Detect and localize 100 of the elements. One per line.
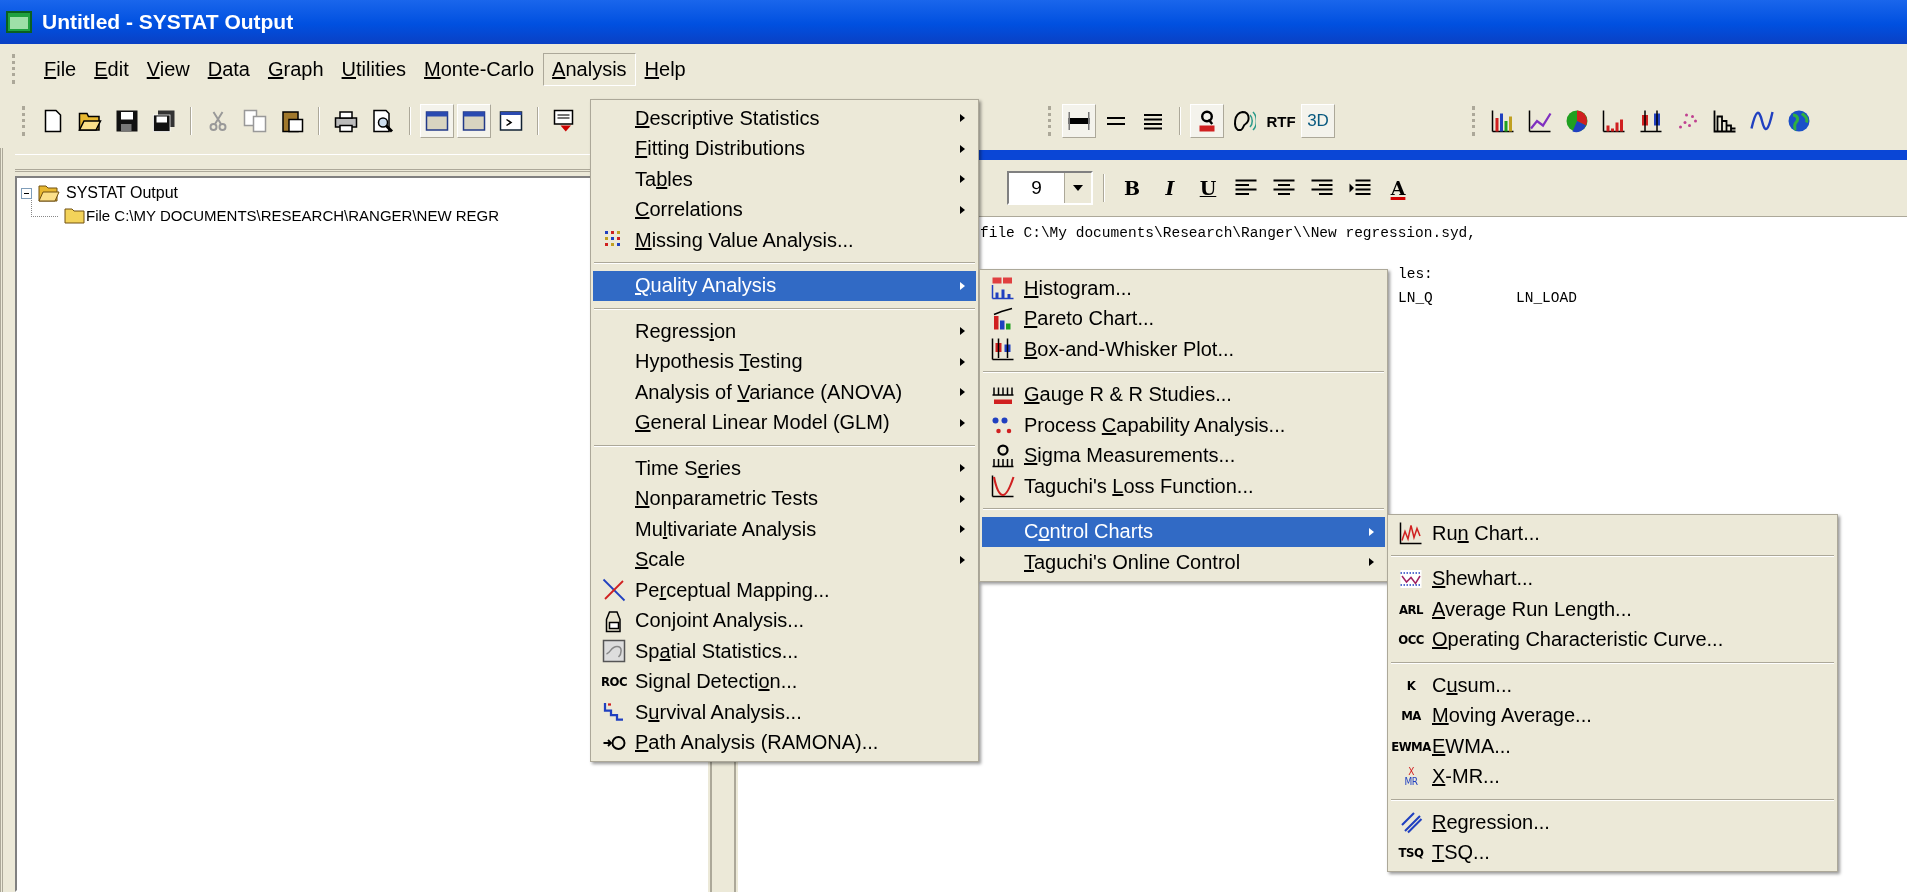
- toolbar-grip[interactable]: [22, 106, 25, 136]
- console-window-icon: [499, 109, 523, 133]
- menu-item[interactable]: Conjoint Analysis...: [593, 605, 976, 636]
- menu-item[interactable]: Hypothesis Testing: [593, 346, 976, 377]
- format-button[interactable]: A: [1381, 171, 1415, 205]
- step-chart-icon: [1713, 109, 1737, 133]
- menu-item[interactable]: Gauge R & R Studies...: [982, 379, 1385, 410]
- icon-label: ROC: [601, 675, 627, 689]
- menu-item[interactable]: Correlations: [593, 194, 976, 225]
- menu-item[interactable]: Run Chart...: [1390, 518, 1835, 549]
- slash-lines-icon: [1399, 810, 1423, 835]
- menu-item[interactable]: Shewhart...: [1390, 563, 1835, 594]
- toolbar-grip[interactable]: [1048, 106, 1051, 136]
- globe-icon: [1787, 109, 1811, 133]
- wave-line-icon: [1750, 109, 1774, 133]
- histogram-icon: [1602, 109, 1626, 133]
- menu-item[interactable]: Tables: [593, 164, 976, 195]
- menu-bar-item[interactable]: Monte-Carlo: [415, 52, 544, 86]
- toolbar-button[interactable]: [457, 104, 491, 138]
- v-curve-icon: [991, 474, 1015, 499]
- menubar-grip[interactable]: [12, 54, 15, 84]
- menu-item[interactable]: Nonparametric Tests: [593, 483, 976, 514]
- menu-item[interactable]: Path Analysis (RAMONA)...: [593, 727, 976, 758]
- copy-icon: [243, 109, 267, 133]
- menu-item[interactable]: Process Capability Analysis...: [982, 410, 1385, 441]
- menu-item[interactable]: X MR X-MR...: [1390, 761, 1835, 792]
- icon-label: EWMA: [1391, 739, 1431, 753]
- menu-item[interactable]: EWMAEWMA...: [1390, 731, 1835, 762]
- menu-bar-item[interactable]: Help: [635, 52, 695, 86]
- output-text: les:: [1398, 265, 1434, 284]
- single-line-icon: [1067, 109, 1091, 133]
- collapse-toggle-icon[interactable]: [21, 187, 32, 199]
- menu-item[interactable]: Scale: [593, 544, 976, 575]
- icon-label: TSQ: [1398, 846, 1424, 860]
- menu-item[interactable]: ROC Signal Detection...: [593, 666, 976, 697]
- menu-bar-item[interactable]: File: [35, 52, 86, 86]
- menu-bar-item[interactable]: Data: [198, 52, 259, 86]
- icon-label: MA: [1401, 709, 1421, 723]
- output-text: LN_Q: [1398, 289, 1434, 308]
- menu-item[interactable]: K Cusum...: [1390, 670, 1835, 701]
- ear-icon: [1232, 109, 1256, 133]
- toolbar-grip[interactable]: [1472, 106, 1475, 136]
- output-text: LN_LOAD: [1516, 289, 1578, 308]
- ruler-circle-icon: [991, 443, 1015, 468]
- menu-bar-item[interactable]: Utilities: [332, 52, 416, 86]
- menu-item[interactable]: Taguchi's Online Control: [982, 547, 1385, 578]
- menu-item[interactable]: Sigma Measurements...: [982, 440, 1385, 471]
- menu-item[interactable]: MA Moving Average...: [1390, 700, 1835, 731]
- menu-item[interactable]: Perceptual Mapping...: [593, 575, 976, 606]
- tree-item[interactable]: File C:\MY DOCUMENTS\RESEARCH\RANGER\NEW REGR: [86, 206, 500, 224]
- printer-icon: [334, 109, 358, 133]
- menu-bar-item[interactable]: Analysis: [543, 52, 636, 86]
- menu-item[interactable]: Multivariate Analysis: [593, 514, 976, 545]
- toolbar-button[interactable]: 3D: [1301, 104, 1335, 138]
- menu-item[interactable]: Fitting Distributions: [593, 133, 976, 164]
- menu-item[interactable]: Regression...: [1390, 807, 1835, 838]
- output-text: file C:\My documents\Research\Ranger\\New regression.syd,: [980, 224, 1476, 243]
- run-chart-icon: [1399, 521, 1423, 546]
- menu-item[interactable]: Histogram...: [982, 273, 1385, 304]
- crossing-lines-icon: [602, 578, 626, 603]
- menu-item[interactable]: Missing Value Analysis...: [593, 225, 976, 256]
- menu-item[interactable]: Regression: [593, 316, 976, 347]
- format-button[interactable]: U: [1191, 171, 1225, 205]
- icon-label: ARL: [1399, 602, 1423, 616]
- menu-bar-item[interactable]: Edit: [85, 52, 138, 86]
- menu-item[interactable]: Pareto Chart...: [982, 303, 1385, 334]
- dropdown-arrow-icon: [1073, 185, 1083, 191]
- bar-chart-icon: [1491, 109, 1515, 133]
- toolbar-button[interactable]: [1190, 104, 1224, 138]
- format-button[interactable]: I: [1153, 171, 1187, 205]
- bars-chart-icon: [991, 276, 1015, 301]
- menu-item[interactable]: TSQ TSQ...: [1390, 837, 1835, 868]
- window-title: Untitled - SYSTAT Output: [42, 10, 294, 34]
- toolbar-button[interactable]: [420, 104, 454, 138]
- format-button[interactable]: B: [1115, 171, 1149, 205]
- font-size-dropdown[interactable]: 9: [1007, 171, 1093, 205]
- menu-item[interactable]: Spatial Statistics...: [593, 636, 976, 667]
- menu-bar-item[interactable]: View: [137, 52, 199, 86]
- menu-item[interactable]: Descriptive Statistics: [593, 103, 976, 134]
- tree-item[interactable]: SYSTAT Output: [66, 184, 179, 202]
- menu-item[interactable]: ARL Average Run Length...: [1390, 594, 1835, 625]
- line-plot-icon: [1528, 109, 1552, 133]
- menu-item[interactable]: Quality Analysis: [593, 270, 976, 301]
- toolbar-button[interactable]: [1062, 104, 1096, 138]
- menu-item[interactable]: Analysis of Variance (ANOVA): [593, 377, 976, 408]
- menu-bar-item[interactable]: Graph: [258, 52, 333, 86]
- framed-map-icon: [602, 639, 626, 664]
- menu-item[interactable]: Time Series: [593, 453, 976, 484]
- menu-item[interactable]: Taguchi's Loss Function...: [982, 471, 1385, 502]
- menu-item[interactable]: Control Charts: [982, 516, 1385, 547]
- box-plot-icon: [991, 337, 1015, 362]
- menu-item[interactable]: OCC Operating Characteristic Curve...: [1390, 624, 1835, 655]
- menu-item[interactable]: General Linear Model (GLM): [593, 407, 976, 438]
- icon-label: OCC: [1398, 633, 1424, 647]
- menu-item[interactable]: Box-and-Whisker Plot...: [982, 334, 1385, 365]
- toolbar-button[interactable]: RTF: [1264, 104, 1298, 138]
- page-magnifier-icon: [371, 109, 395, 133]
- menu-item[interactable]: Survival Analysis...: [593, 697, 976, 728]
- pie-chart-icon: [1565, 109, 1589, 133]
- open-folder-icon: [38, 184, 60, 202]
